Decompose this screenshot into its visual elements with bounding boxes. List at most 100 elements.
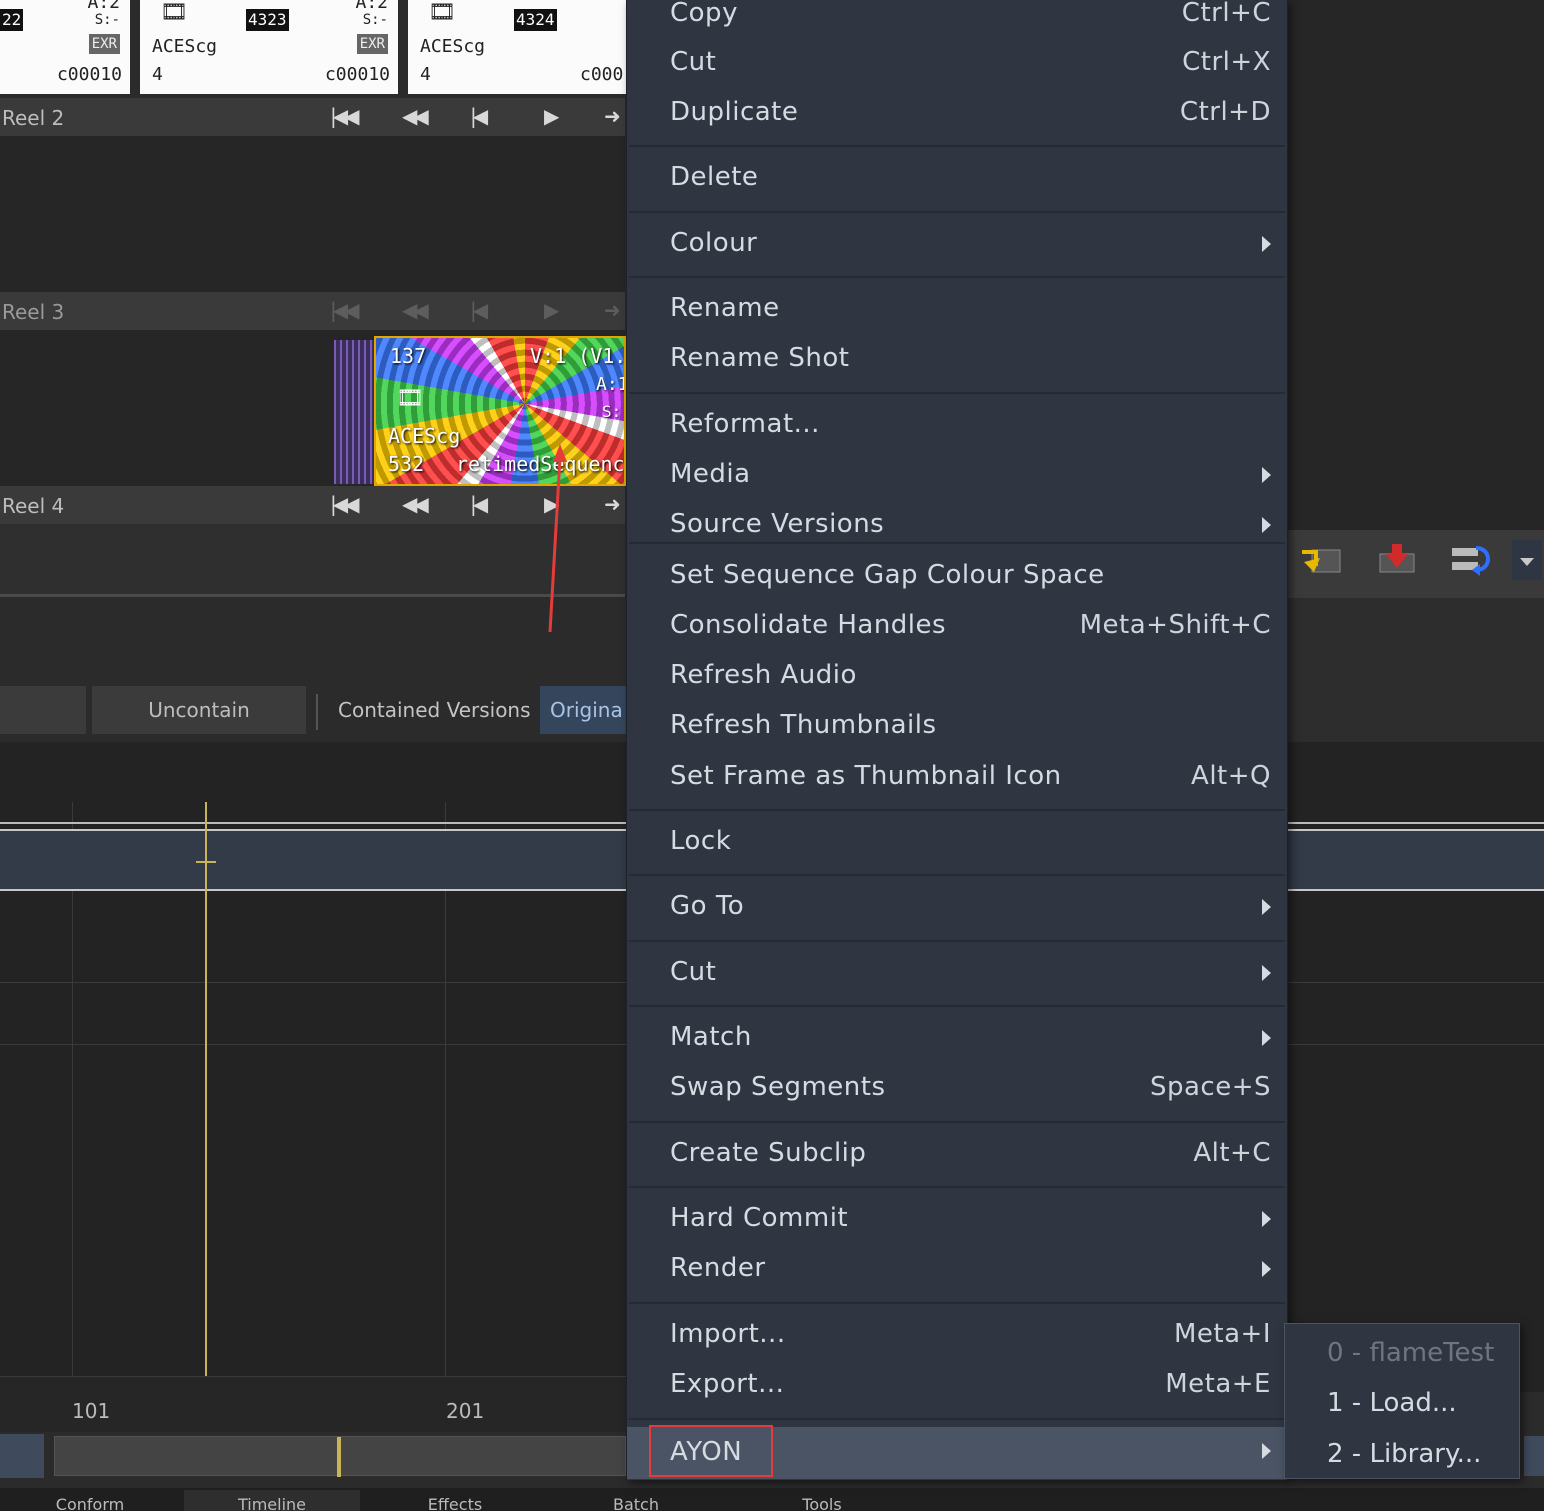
submenu-item-2[interactable]: 2 - Library... [1285, 1428, 1519, 1478]
menu-separator [629, 276, 1285, 278]
menu-item-label: Duplicate [670, 97, 799, 127]
clip-thumbnail-3[interactable]: 🎞 4324 ACEScg 4 c000 [408, 0, 626, 94]
reel-bar-3: Reel 3 |◀◀ ◀◀ |◀ ▶ ➜ [0, 292, 625, 330]
uncontain-button[interactable]: Uncontain [92, 686, 306, 734]
menu-item-label: Consolidate Handles [670, 610, 947, 640]
submenu-item-label: 0 - flameTest [1327, 1338, 1495, 1368]
play-icon[interactable]: ▶ [544, 298, 560, 322]
next-icon[interactable]: ➜ [604, 104, 621, 128]
menu-item-set-frame-as-thumbnail-icon[interactable]: Set Frame as Thumbnail Icon Alt+Q [627, 753, 1287, 803]
submenu-item-1[interactable]: 1 - Load... [1285, 1377, 1519, 1427]
rewind-icon[interactable]: ◀◀ [402, 104, 429, 128]
segment-frames: 532 [388, 452, 425, 476]
menu-item-create-subclip[interactable]: Create Subclip Alt+C [627, 1130, 1287, 1180]
prev-frame-icon[interactable]: |◀ [470, 104, 488, 128]
menu-item-export[interactable]: Export... Meta+E [627, 1361, 1287, 1411]
ruler-mark-201: 201 [446, 1399, 485, 1423]
submenu-arrow-icon [1262, 1261, 1271, 1277]
tab-batch[interactable]: Batch [566, 1490, 706, 1511]
right-panel-mid [1288, 598, 1544, 742]
scroll-position-marker [337, 1437, 341, 1477]
colour-space: ACEScg [152, 36, 218, 57]
menu-item-swap-segments[interactable]: Swap Segments Space+S [627, 1064, 1287, 1114]
menu-separator [629, 1121, 1285, 1123]
frame-count: 4 [420, 64, 431, 85]
prev-frame-icon[interactable]: |◀ [470, 492, 488, 516]
submenu-arrow-icon [1262, 236, 1271, 252]
prev-frame-icon[interactable]: |◀ [470, 298, 488, 322]
tab-effects[interactable]: Effects [380, 1490, 530, 1511]
reel-label: Reel 4 [2, 494, 65, 518]
context-menu: Copy Ctrl+C Cut Ctrl+X Duplicate Ctrl+D Delete… [626, 0, 1288, 1480]
clip-name: c00010 [324, 64, 390, 85]
menu-item-shortcut: Meta+I [1173, 1319, 1271, 1349]
clip-thumbnail-1[interactable]: 22 A:2 S:- EXR c00010 [0, 0, 130, 94]
tab-tools[interactable]: Tools [752, 1490, 892, 1511]
next-icon[interactable]: ➜ [604, 298, 621, 322]
menu-item-lock[interactable]: Lock [627, 818, 1287, 868]
right-edge-button[interactable] [1524, 1436, 1544, 1476]
menu-item-delete[interactable]: Delete [627, 154, 1287, 204]
menu-item-go-to[interactable]: Go To [627, 883, 1287, 933]
submenu-item-label: 1 - Load... [1327, 1388, 1457, 1418]
reel-label: Reel 3 [2, 300, 65, 324]
goto-start-icon[interactable]: |◀◀ [330, 104, 359, 128]
menu-separator [629, 1302, 1285, 1304]
tab-original[interactable]: Origina [540, 686, 626, 734]
playhead[interactable] [205, 802, 207, 1394]
menu-item-set-sequence-gap-colour-space[interactable]: Set Sequence Gap Colour Space [627, 552, 1287, 602]
scroll-left-block[interactable] [0, 1434, 44, 1478]
menu-item-label: Media [670, 459, 751, 489]
goto-start-icon[interactable]: |◀◀ [330, 492, 359, 516]
menu-item-label: Set Sequence Gap Colour Space [670, 560, 1105, 590]
rewind-icon[interactable]: ◀◀ [402, 492, 429, 516]
clip-name: c00010 [56, 64, 122, 85]
menu-item-hard-commit[interactable]: Hard Commit [627, 1195, 1287, 1245]
menu-item-consolidate-handles[interactable]: Consolidate Handles Meta+Shift+C [627, 602, 1287, 652]
sub-label: S:- [94, 12, 120, 28]
rewind-icon[interactable]: ◀◀ [402, 298, 429, 322]
replace-edit-icon[interactable] [1448, 540, 1494, 580]
tab-timeline[interactable]: Timeline [184, 1490, 360, 1511]
menu-item-media[interactable]: Media [627, 451, 1287, 501]
menu-item-ayon[interactable]: AYON [627, 1425, 1287, 1479]
menu-item-source-versions[interactable]: Source Versions [627, 501, 1287, 551]
insert-edit-icon[interactable] [1298, 540, 1344, 580]
menu-item-reformat[interactable]: Reformat... [627, 401, 1287, 451]
ruler: 101 201 [0, 1376, 626, 1432]
submenu-arrow-icon [1262, 467, 1271, 483]
menu-item-render[interactable]: Render [627, 1245, 1287, 1295]
annotation-arrow [548, 444, 567, 633]
goto-start-icon[interactable]: |◀◀ [330, 298, 359, 322]
menu-item-cut[interactable]: Cut Ctrl+X [627, 39, 1287, 89]
frame-count: 4 [152, 64, 163, 85]
menu-item-label: AYON [670, 1437, 743, 1467]
tab-conform[interactable]: Conform [20, 1490, 160, 1511]
toolbar-dropdown-icon[interactable] [1512, 540, 1542, 580]
curve-editor[interactable] [0, 742, 626, 1394]
menu-item-rename[interactable]: Rename [627, 285, 1287, 335]
tab-left-partial[interactable] [0, 686, 86, 734]
submenu-arrow-icon [1262, 965, 1271, 981]
overwrite-edit-icon[interactable] [1374, 540, 1420, 580]
next-icon[interactable]: ➜ [604, 492, 621, 516]
menu-item-refresh-audio[interactable]: Refresh Audio [627, 652, 1287, 702]
menu-item-duplicate[interactable]: Duplicate Ctrl+D [627, 89, 1287, 139]
menu-item-rename-shot[interactable]: Rename Shot [627, 335, 1287, 385]
menu-item-label: Go To [670, 891, 745, 921]
menu-item-import[interactable]: Import... Meta+I [627, 1311, 1287, 1361]
menu-item-match[interactable]: Match [627, 1014, 1287, 1064]
tab-contained-versions[interactable]: Contained Versions [338, 698, 531, 722]
timeline-scrollbar[interactable] [54, 1436, 626, 1477]
submenu-arrow-icon [1262, 1030, 1271, 1046]
clip-thumbnail-2[interactable]: 🎞 4323 A:2 S:- EXR ACEScg 4 c00010 [140, 0, 398, 94]
play-icon[interactable]: ▶ [544, 104, 560, 128]
menu-separator [629, 392, 1285, 394]
timecode-badge: 4323 [246, 9, 289, 31]
menu-item-colour[interactable]: Colour [627, 220, 1287, 270]
menu-item-cut-submenu[interactable]: Cut [627, 949, 1287, 999]
menu-item-copy[interactable]: Copy Ctrl+C [627, 0, 1287, 40]
reel-2-track [0, 136, 625, 292]
menu-item-refresh-thumbnails[interactable]: Refresh Thumbnails [627, 702, 1287, 752]
retimed-segment[interactable]: 137 V:1 (V1.1) A:1 S:- 🎞 ACEScg 532 reti… [374, 336, 626, 486]
